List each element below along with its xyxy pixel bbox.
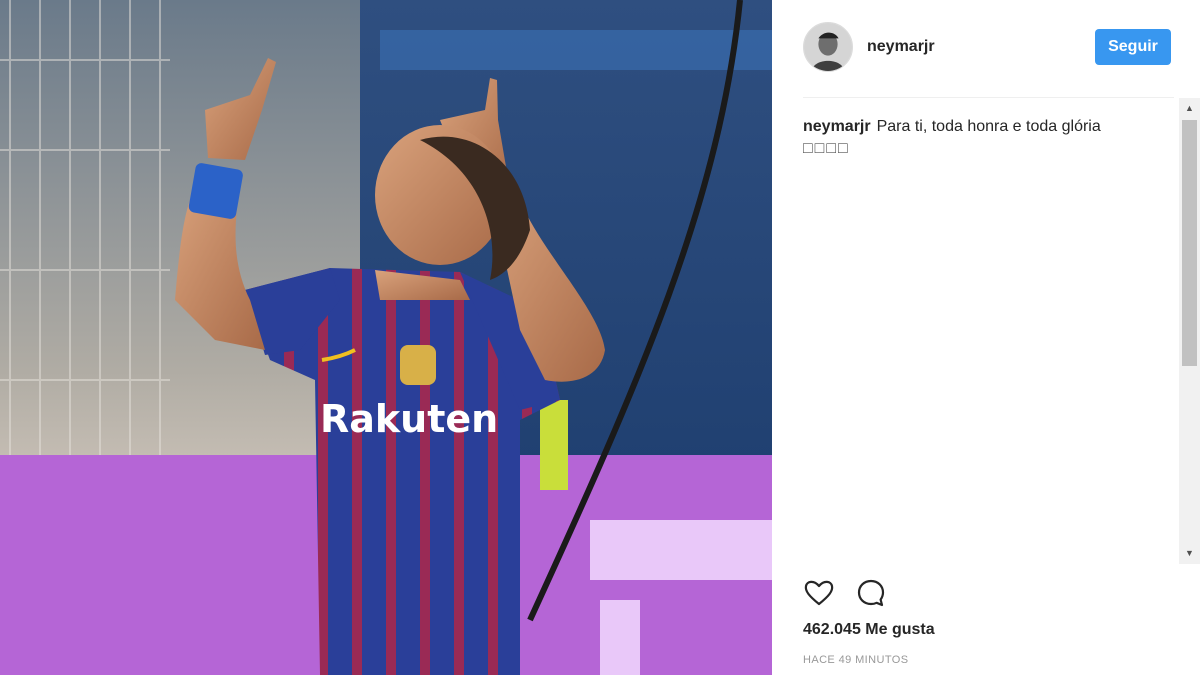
post-username[interactable]: neymarjr — [867, 38, 935, 56]
avatar-image — [804, 23, 852, 71]
caption-emojis: □□□□ — [803, 140, 850, 157]
header-divider — [803, 97, 1174, 98]
caption-username[interactable]: neymarjr — [803, 118, 871, 135]
comment-icon[interactable] — [855, 577, 887, 609]
follow-button[interactable]: Seguir — [1095, 29, 1171, 65]
post-header: neymarjr Seguir — [772, 0, 1200, 98]
post-photo-image: Rakuten — [0, 0, 772, 675]
likes-count[interactable]: 462.045 Me gusta — [803, 621, 935, 639]
post-photo[interactable]: Rakuten — [0, 0, 772, 675]
scroll-down-arrow-icon[interactable]: ▼ — [1179, 545, 1200, 562]
comments-scrollbar[interactable]: ▲ ▼ — [1179, 98, 1200, 564]
jersey-sponsor-text: Rakuten — [320, 397, 498, 441]
scroll-up-arrow-icon[interactable]: ▲ — [1179, 100, 1200, 117]
post-caption: neymarjr Para ti, toda honra e toda glóri… — [803, 116, 1153, 160]
heart-icon[interactable] — [803, 577, 835, 609]
scroll-thumb[interactable] — [1182, 120, 1197, 366]
post-timestamp[interactable]: HACE 49 MINUTOS — [803, 654, 908, 666]
avatar[interactable] — [803, 22, 853, 72]
caption-text: Para ti, toda honra e toda glória — [876, 118, 1101, 135]
post-details-panel: neymarjr Seguir neymarjr Para ti, toda ho… — [772, 0, 1200, 675]
